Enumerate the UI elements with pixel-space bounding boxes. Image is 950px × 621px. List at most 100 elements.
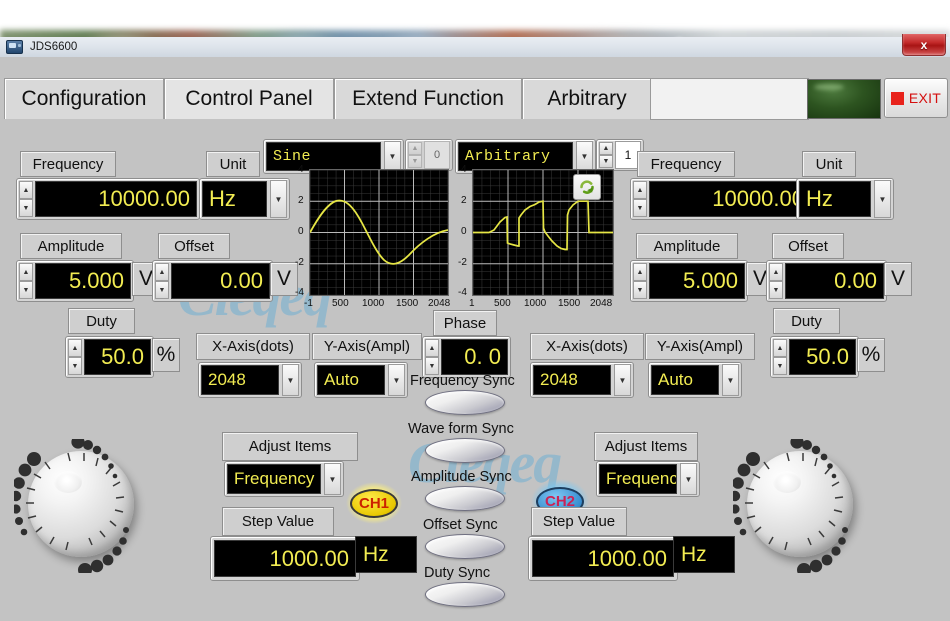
stepper-down-icon[interactable]: ▼ [769,281,783,299]
tab-extend-function[interactable]: Extend Function [334,78,522,119]
chevron-down-icon[interactable]: ▼ [874,180,891,218]
ch2-amplitude-field[interactable]: ▲ ▼ 5.000 [630,260,748,302]
refresh-button[interactable] [573,174,601,200]
ch1-offset-field[interactable]: ▲ ▼ 0.00 [152,260,273,302]
ch1-frequency-field[interactable]: ▲ ▼ 10000.00 [16,178,200,220]
ch1-duty-stepper[interactable]: ▲ ▼ [68,339,82,375]
ch1-offset-stepper[interactable]: ▲ ▼ [155,263,169,299]
ch1-adjust-items-select[interactable]: Frequency ▼ [224,461,344,497]
stepper-down-icon[interactable]: ▼ [19,281,33,299]
ch1-waveform-value: Sine [266,142,381,171]
ch2-xtick-2: 1000 [524,298,547,309]
ch1-knob-scale [14,439,129,573]
tab-configuration[interactable]: Configuration [4,78,164,119]
chevron-down-icon[interactable]: ▼ [722,364,739,396]
offset-sync-toggle[interactable] [425,534,505,559]
stepper-up-icon[interactable]: ▲ [155,263,169,281]
stepper-down-icon[interactable]: ▼ [155,281,169,299]
ch2-adjust-items-label: Adjust Items [594,432,698,461]
ch2-frequency-label: Frequency [637,151,735,177]
ch1-ytick-0: 0 [298,226,304,237]
stepper-up-icon[interactable]: ▲ [769,263,783,281]
ch1-waveform-index-stepper: ▲ ▼ [408,142,422,168]
waveform-sync-toggle[interactable] [425,438,505,463]
application-window: JDS6600 x Configuration Control Panel Ex… [0,34,950,621]
ch2-amplitude-value: 5.000 [649,263,745,299]
ch2-offset-value: 0.00 [785,263,884,299]
ch1-rotary-knob[interactable] [14,439,148,573]
chevron-down-icon[interactable]: ▼ [680,463,697,495]
ch1-duty-field[interactable]: ▲ ▼ 50.0 [65,336,154,378]
ch2-rotary-knob[interactable] [733,439,867,573]
ch2-amplitude-stepper[interactable]: ▲ ▼ [633,263,647,299]
ch1-unit-select[interactable]: Hz ▼ [199,178,290,220]
ch2-step-value-label: Step Value [531,507,627,536]
ch1-duty-label: Duty [68,308,135,334]
ch2-frequency-field[interactable]: ▲ ▼ 10000.00 [630,178,814,220]
stepper-down-icon[interactable]: ▼ [633,199,647,217]
chevron-down-icon[interactable]: ▼ [324,463,341,495]
ch1-ytick-2: 2 [298,195,304,206]
stepper-up-icon[interactable]: ▲ [773,339,787,357]
ch1-yaxis-select[interactable]: Auto ▼ [314,362,408,398]
ch2-offset-field[interactable]: ▲ ▼ 0.00 [766,260,887,302]
phase-stepper[interactable]: ▲ ▼ [425,339,439,375]
tab-configuration-label: Configuration [21,87,147,110]
ch1-amplitude-field[interactable]: ▲ ▼ 5.000 [16,260,134,302]
ch2-step-value-field[interactable]: 1000.00 [528,536,678,581]
ch1-step-value-field[interactable]: 1000.00 [210,536,360,581]
chevron-down-icon[interactable]: ▼ [270,180,287,218]
ch1-xtick-3: 1500 [396,298,419,309]
stepper-up-icon[interactable]: ▲ [19,181,33,199]
ch2-ytick-0: 0 [461,226,467,237]
ch2-offset-stepper[interactable]: ▲ ▼ [769,263,783,299]
ch2-step-value: 1000.00 [532,540,674,577]
ch1-amplitude-stepper[interactable]: ▲ ▼ [19,263,33,299]
chevron-down-icon[interactable]: ▼ [614,364,631,396]
ch2-waveform-index-stepper[interactable]: ▲ ▼ [599,142,613,168]
ch2-adjust-items-select[interactable]: Frequency ▼ [596,461,700,497]
stepper-up-icon[interactable]: ▲ [68,339,82,357]
ch2-duty-field[interactable]: ▲ ▼ 50.0 [770,336,859,378]
stepper-up-icon[interactable]: ▲ [599,142,613,155]
duty-sync-toggle[interactable] [425,582,505,607]
ch2-amplitude-label: Amplitude [636,233,738,259]
ch1-xtick-1: 500 [332,298,349,309]
ch2-unit-select[interactable]: Hz ▼ [796,178,894,220]
chevron-down-icon[interactable]: ▼ [576,141,593,172]
panel-body: Configuration Control Panel Extend Funct… [0,57,950,621]
duty-sync-label: Duty Sync [424,565,491,581]
tab-control-panel[interactable]: Control Panel [164,78,334,119]
chevron-down-icon[interactable]: ▼ [282,364,299,396]
frequency-sync-toggle[interactable] [425,390,505,415]
ch2-yaxis-select[interactable]: Auto ▼ [648,362,742,398]
ch2-duty-value: 50.0 [789,339,856,375]
ch2-xaxis-select[interactable]: 2048 ▼ [530,362,634,398]
tab-arbitrary[interactable]: Arbitrary [522,78,652,119]
ch2-frequency-stepper[interactable]: ▲ ▼ [633,181,647,217]
connection-lamp-icon [807,79,881,119]
exit-button[interactable]: EXIT [884,78,948,118]
window-close-button[interactable]: x [902,34,946,56]
phase-field[interactable]: ▲ ▼ 0. 0 [422,336,511,378]
stepper-down-icon[interactable]: ▼ [68,357,82,375]
stepper-up-icon[interactable]: ▲ [19,263,33,281]
amplitude-sync-toggle[interactable] [425,486,505,511]
ch1-xaxis-select[interactable]: 2048 ▼ [198,362,302,398]
ch1-badge[interactable]: CH1 [345,481,403,525]
stepper-down-icon[interactable]: ▼ [773,357,787,375]
stepper-up-icon[interactable]: ▲ [633,181,647,199]
ch2-xtick-3: 1500 [558,298,581,309]
ch2-adjust-items-value: Frequency [599,464,677,494]
stop-square-icon [890,91,904,105]
stepper-down-icon[interactable]: ▼ [599,155,613,168]
stepper-up-icon[interactable]: ▲ [425,339,439,357]
stepper-down-icon[interactable]: ▼ [19,199,33,217]
stepper-up-icon[interactable]: ▲ [633,263,647,281]
ch1-offset-value: 0.00 [171,263,270,299]
chevron-down-icon[interactable]: ▼ [388,364,405,396]
chevron-down-icon[interactable]: ▼ [384,141,401,172]
ch1-frequency-stepper[interactable]: ▲ ▼ [19,181,33,217]
ch2-duty-stepper[interactable]: ▲ ▼ [773,339,787,375]
stepper-down-icon[interactable]: ▼ [633,281,647,299]
